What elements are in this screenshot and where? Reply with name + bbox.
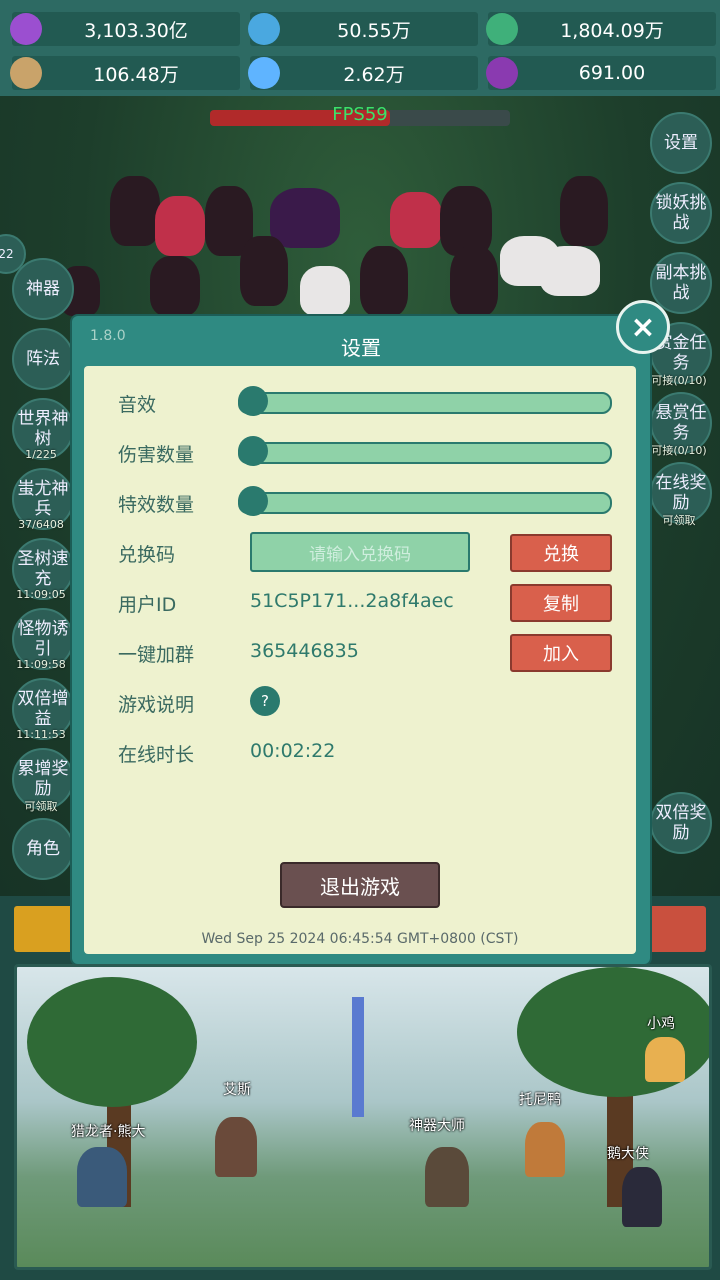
datetime-label: Wed Sep 25 2024 06:45:54 GMT+0800 (CST)	[201, 931, 519, 947]
menu-double-reward[interactable]: 双倍奖励	[650, 792, 712, 854]
code-label: 兑换码	[118, 544, 176, 566]
menu-artifact[interactable]: 神器	[12, 258, 74, 320]
hero-sprite[interactable]	[215, 1117, 257, 1177]
hero-name: 猎龙者·熊大	[71, 1124, 146, 1140]
menu-character[interactable]: 角色	[12, 818, 74, 880]
damage-label: 伤害数量	[118, 444, 195, 466]
online-time-label: 在线时长	[118, 744, 195, 766]
monster	[540, 246, 600, 296]
effects-label: 特效数量	[118, 494, 195, 516]
hero-name: 鹅大侠	[607, 1146, 649, 1162]
menu-demon-lock[interactable]: 锁妖挑战	[650, 182, 712, 244]
potion-icon	[486, 57, 518, 89]
damage-slider[interactable]	[238, 436, 612, 466]
monster	[150, 256, 200, 316]
fps-counter: FPS59	[332, 104, 388, 125]
online-reward-status: 可领取	[662, 514, 696, 527]
join-button[interactable]: 加入	[510, 634, 612, 672]
hero-name: 托尼鸭	[519, 1092, 561, 1108]
monster	[240, 236, 288, 306]
tree-recharge-timer: 11:09:05	[16, 588, 66, 601]
monster	[360, 246, 408, 316]
slider-knob[interactable]	[238, 386, 268, 416]
reward-task-status: 可接(0/10)	[651, 444, 707, 457]
blue-shard-icon	[248, 57, 280, 89]
hero-name: 艾斯	[223, 1082, 251, 1098]
monster	[270, 188, 340, 248]
hero-name: 小鸡	[647, 1016, 675, 1032]
redeem-code-input[interactable]: 请输入兑换码	[250, 532, 470, 572]
blue-crystal-icon	[248, 13, 280, 45]
resource-bar: 3,103.30亿 50.55万 1,804.09万 106.48万 2.62万…	[0, 0, 720, 96]
uid-label: 用户ID	[118, 594, 177, 616]
slider-knob[interactable]	[238, 486, 268, 516]
action-bar-right[interactable]	[648, 906, 706, 952]
hero-sprite[interactable]	[525, 1122, 565, 1177]
slider-knob[interactable]	[238, 436, 268, 466]
green-orb-icon	[486, 13, 518, 45]
resource-crystals: 50.55万	[248, 12, 478, 46]
action-bar-left[interactable]	[14, 906, 74, 952]
resource-value: 1,804.09万	[560, 19, 664, 42]
effects-slider[interactable]	[238, 486, 612, 516]
copy-button[interactable]: 复制	[510, 584, 612, 622]
hero-sprite[interactable]	[622, 1167, 662, 1227]
resource-gems: 3,103.30亿	[10, 12, 240, 46]
hero-sprite[interactable]	[645, 1037, 685, 1082]
monster	[110, 176, 160, 246]
exit-game-button[interactable]: 退出游戏	[280, 862, 440, 908]
purple-gem-icon	[10, 13, 42, 45]
dialog-title: 设置	[341, 336, 381, 360]
group-label: 一键加群	[118, 644, 195, 666]
online-time-value: 00:02:22	[250, 740, 336, 762]
hero-sprite[interactable]	[77, 1147, 127, 1207]
cumulative-reward-status: 可领取	[24, 800, 58, 813]
scroll-icon	[10, 57, 42, 89]
hero-sprite[interactable]	[425, 1147, 469, 1207]
menu-formation[interactable]: 阵法	[12, 328, 74, 390]
sound-label: 音效	[118, 394, 157, 416]
redeem-button[interactable]: 兑换	[510, 534, 612, 572]
resource-value: 50.55万	[337, 19, 411, 42]
close-icon[interactable]: ×	[616, 300, 670, 354]
tree-canopy	[27, 977, 197, 1107]
hero-scene: 猎龙者·熊大 艾斯 神器大师 托尼鸭 小鸡 鹅大侠	[14, 964, 712, 1270]
resource-orbs: 1,804.09万	[486, 12, 716, 46]
chiyou-count: 37/6408	[18, 518, 64, 531]
resource-value: 106.48万	[93, 63, 179, 86]
monster	[155, 196, 205, 256]
double-buff-timer: 11:11:53	[16, 728, 66, 741]
sound-slider[interactable]	[238, 386, 612, 416]
world-tree-count: 1/225	[25, 448, 57, 461]
resource-scrolls: 106.48万	[10, 56, 240, 90]
resource-value: 3,103.30亿	[84, 19, 188, 42]
hero-name: 神器大师	[409, 1118, 465, 1134]
menu-settings[interactable]: 设置	[650, 112, 712, 174]
uid-value: 51C5P171...2a8f4aec	[250, 590, 454, 612]
resource-shards: 2.62万	[248, 56, 478, 90]
monster	[560, 176, 608, 246]
help-label: 游戏说明	[118, 694, 195, 716]
monster	[300, 266, 350, 316]
help-icon[interactable]: ?	[250, 686, 280, 716]
resource-value: 2.62万	[343, 63, 405, 86]
settings-panel: 音效 伤害数量 特效数量 兑换码 请输入兑换码 兑换 用户ID 51C5P171…	[84, 366, 636, 954]
resource-value: 691.00	[578, 62, 646, 84]
monster	[390, 192, 442, 248]
settings-dialog: 1.8.0 设置 音效 伤害数量 特效数量 兑换码 请输入兑换码 兑换 用户ID…	[72, 316, 650, 964]
monster	[450, 246, 498, 316]
monster-lure-timer: 11:09:58	[16, 658, 66, 671]
resource-potions: 691.00	[486, 56, 716, 90]
bounty-task-status: 可接(0/10)	[651, 374, 707, 387]
sword-artifact	[352, 997, 364, 1117]
group-value: 365446835	[250, 640, 359, 662]
